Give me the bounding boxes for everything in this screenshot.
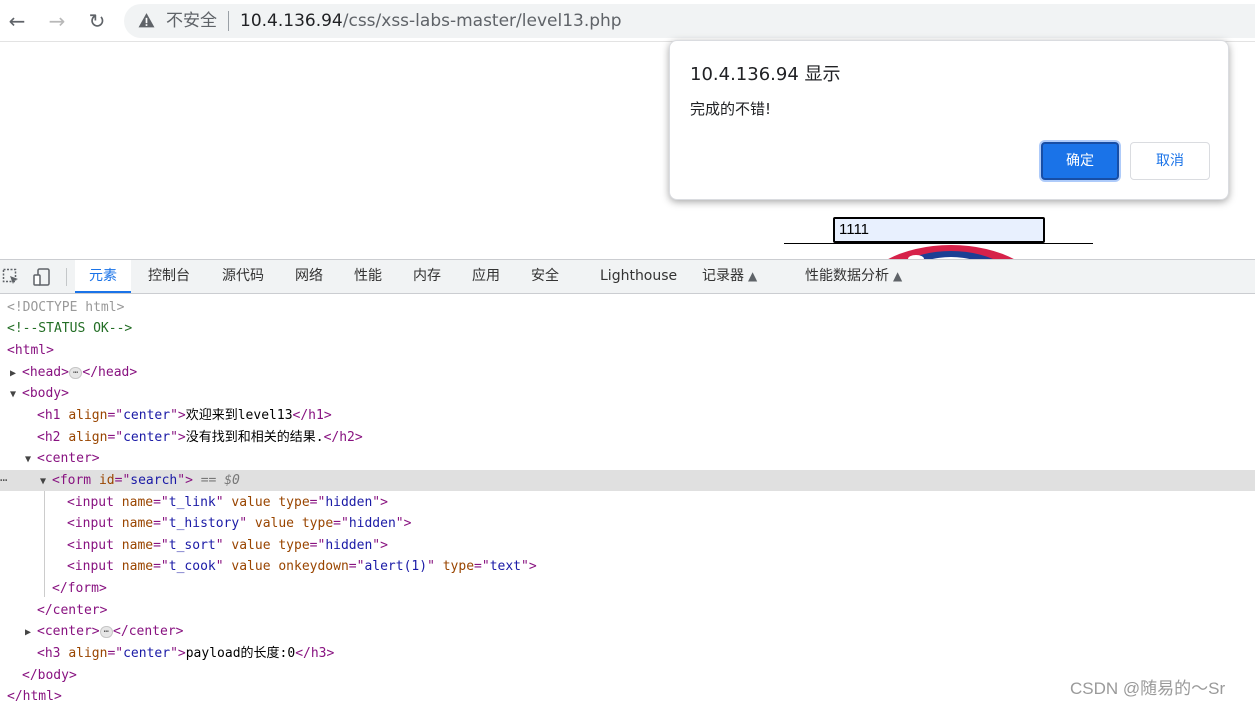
cancel-button[interactable]: 取消 [1130,142,1210,180]
expand-arrow-icon[interactable]: ▶ [25,622,37,643]
devtools-divider [66,268,67,286]
address-bar[interactable]: 不安全 10.4.136.94/css/xss-labs-master/leve… [124,4,1255,38]
reload-icon[interactable]: ↻ [84,8,110,34]
selected-node-marker: == $0 [200,473,240,488]
expand-arrow-icon[interactable]: ▶ [10,363,22,384]
tab-network[interactable]: 网络 [295,260,323,293]
forward-arrow-icon[interactable]: → [44,8,70,34]
h2-text: 没有找到和相关的结果. [185,430,324,445]
dialog-message: 完成的不错! [690,100,772,118]
page-logo-image [858,245,1044,259]
collapse-arrow-icon[interactable]: ▼ [10,384,22,405]
tab-memory[interactable]: 内存 [413,260,441,293]
dom-line[interactable]: ▶ <head> ⋯ </head> [0,362,1255,383]
tab-performance-insights[interactable]: 性能数据分析 ▲ [805,260,902,293]
ellipsis-icon[interactable]: ⋯ [99,625,114,638]
h1-text: 欢迎来到level13 [185,408,293,423]
dom-line[interactable]: <html> [0,340,1255,361]
warning-icon [138,13,155,28]
dom-line[interactable]: <!--STATUS OK--> [0,318,1255,339]
url-text[interactable]: 10.4.136.94/css/xss-labs-master/level13.… [240,10,622,32]
ok-button[interactable]: 确定 [1041,142,1119,180]
dom-line[interactable]: </html> [0,686,1255,704]
dom-line[interactable]: ▶ <center> ⋯ </center> [0,621,1255,642]
tab-application[interactable]: 应用 [472,260,500,293]
dom-line[interactable]: <!DOCTYPE html> [0,297,1255,318]
tab-lighthouse[interactable]: Lighthouse [600,260,677,293]
collapse-arrow-icon[interactable]: ▼ [40,471,52,492]
tab-sources[interactable]: 源代码 [222,260,264,293]
search-input[interactable]: 1111 [833,217,1045,243]
url-path: /css/xss-labs-master/level13.php [342,11,622,31]
alert-dialog: 10.4.136.94 显示 完成的不错! 确定 取消 [669,40,1229,200]
dom-line[interactable]: </center> [0,600,1255,621]
tab-performance[interactable]: 性能 [354,260,382,293]
dialog-title: 10.4.136.94 显示 [690,64,841,85]
url-host: 10.4.136.94 [240,11,343,31]
dom-line[interactable]: <input name="t_sort" value type="hidden"… [0,535,1255,556]
browser-toolbar: ← → ↻ 不安全 10.4.136.94/css/xss-labs-maste… [0,0,1255,42]
devtools-tab-bar: 元素 控制台 源代码 网络 性能 内存 应用 安全 Lighthouse 记录器… [0,259,1255,294]
dom-line[interactable]: <h2 align="center">没有找到和相关的结果.</h2> [0,427,1255,448]
comment-node: <!--STATUS OK--> [7,321,133,336]
dom-line[interactable]: <input name="t_link" value type="hidden"… [0,492,1255,513]
tab-security[interactable]: 安全 [531,260,559,293]
tab-recorder[interactable]: 记录器 ▲ [702,260,757,293]
security-status-label[interactable]: 不安全 [166,10,217,32]
flask-icon: ▲ [748,269,758,283]
tab-elements[interactable]: 元素 [75,260,131,293]
collapse-arrow-icon[interactable]: ▼ [25,449,37,470]
watermark: CSDN @随易的～Sr [1070,679,1226,698]
dom-line[interactable]: ▼ <center> [0,448,1255,469]
h3-text: payload的长度:0 [185,646,296,661]
doctype-node: <!DOCTYPE html> [7,300,125,315]
elements-panel: <!DOCTYPE html> <!--STATUS OK--> <html> … [0,295,1255,704]
inspect-element-icon[interactable] [2,268,20,286]
tab-recorder-label: 记录器 [702,268,744,284]
dom-line[interactable]: </form> [0,578,1255,599]
omnibox-divider [228,11,229,31]
tab-console[interactable]: 控制台 [148,260,190,293]
back-arrow-icon[interactable]: ← [4,8,30,34]
dom-line[interactable]: <h3 align="center">payload的长度:0</h3> [0,643,1255,664]
more-dots-icon[interactable]: ⋯ [0,470,7,491]
page-divider [784,243,1093,244]
dom-line[interactable]: <input name="t_cook" value onkeydown="al… [0,556,1255,577]
tab-performance-insights-label: 性能数据分析 [805,268,889,284]
flask-icon: ▲ [893,269,903,283]
device-toolbar-icon[interactable] [33,268,51,286]
dom-line[interactable]: <input name="t_history" value type="hidd… [0,513,1255,534]
dom-line[interactable]: <h1 align="center">欢迎来到level13</h1> [0,405,1255,426]
ellipsis-icon[interactable]: ⋯ [68,366,83,379]
dom-line-selected[interactable]: ⋯ ▼ <form id="search"> == $0 [0,470,1255,491]
dom-line[interactable]: ▼ <body> [0,383,1255,404]
dom-line[interactable]: </body> [0,665,1255,686]
